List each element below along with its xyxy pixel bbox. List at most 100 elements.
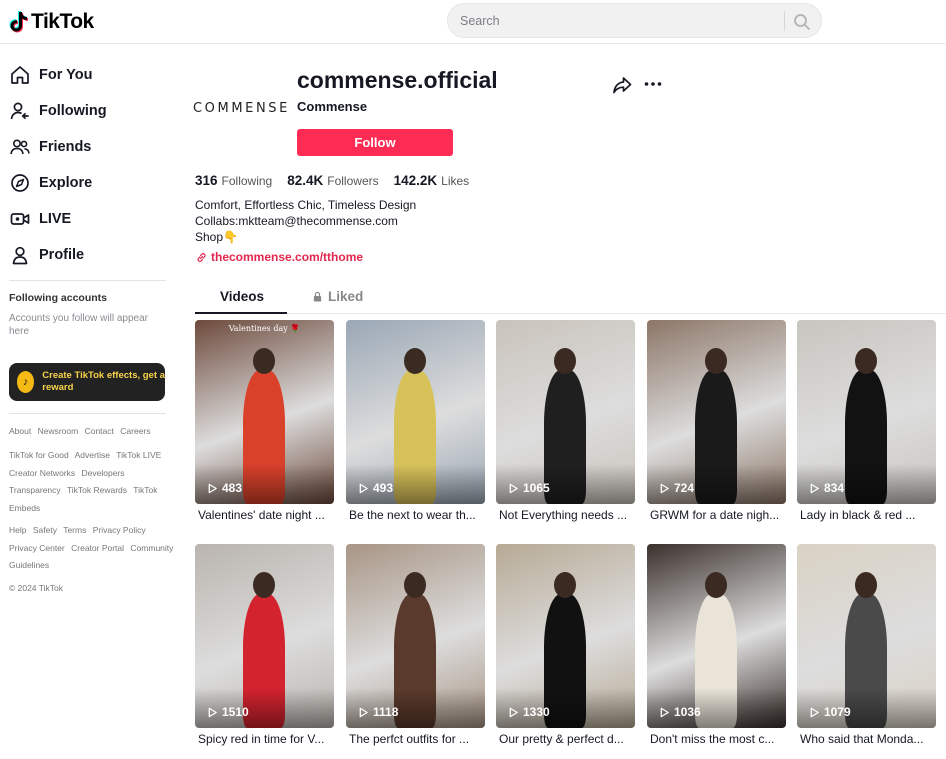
tiktok-logo-icon <box>9 11 28 33</box>
view-count-text: 724 <box>674 481 695 495</box>
view-count: 724 <box>659 481 694 495</box>
profile-username: commense.official <box>297 67 498 93</box>
video-thumbnail[interactable]: 724 <box>647 320 786 504</box>
profile-link[interactable]: thecommense.com/tthome <box>196 250 363 264</box>
video-thumbnail[interactable]: 493 <box>346 320 485 504</box>
play-icon <box>509 707 518 717</box>
more-options-icon[interactable] <box>642 73 664 95</box>
video-caption[interactable]: Spicy red in time for V... <box>198 732 332 746</box>
view-count-text: 1079 <box>824 705 851 719</box>
video-caption[interactable]: Our pretty & perfect d... <box>499 732 633 746</box>
video-thumbnail[interactable]: 1510 <box>195 544 334 728</box>
video-caption[interactable]: Don't miss the most c... <box>650 732 784 746</box>
footer-link[interactable]: Terms <box>63 525 86 535</box>
video-figure-head <box>855 572 877 598</box>
play-icon <box>810 707 819 717</box>
footer-link[interactable]: Transparency <box>9 485 61 495</box>
video-thumbnail[interactable]: Valentines day 🌹 483 <box>195 320 334 504</box>
view-count-text: 834 <box>824 481 845 495</box>
footer-link[interactable]: Developers <box>82 468 125 478</box>
home-icon <box>11 66 29 84</box>
view-count-text: 1065 <box>523 481 550 495</box>
follow-button[interactable]: Follow <box>297 129 453 156</box>
footer-link[interactable]: Help <box>9 525 26 535</box>
search-input[interactable] <box>460 11 780 31</box>
video-thumbnail[interactable]: 1079 <box>797 544 936 728</box>
video-caption[interactable]: Who said that Monda... <box>800 732 934 746</box>
footer-link[interactable]: Advertise <box>75 450 110 460</box>
footer-link[interactable]: Privacy Policy <box>93 525 146 535</box>
video-caption[interactable]: Not Everything needs ... <box>499 508 633 522</box>
nav-profile[interactable]: Profile <box>9 243 84 267</box>
video-caption[interactable]: Lady in black & red ... <box>800 508 934 522</box>
sidebar-divider <box>9 280 166 281</box>
footer-link[interactable]: TikTok Rewards <box>67 485 127 495</box>
tiktok-logo[interactable]: TikTok <box>9 9 94 35</box>
stat-followers[interactable]: 82.4K Followers <box>287 173 378 188</box>
avatar[interactable]: COMMENSE <box>193 101 287 117</box>
nav-following[interactable]: Following <box>9 99 107 123</box>
footer-link[interactable]: Contact <box>85 426 114 436</box>
footer-link[interactable]: Safety <box>33 525 57 535</box>
video-figure-head <box>554 572 576 598</box>
video-figure-head <box>404 348 426 374</box>
view-count: 1510 <box>207 705 249 719</box>
likes-label: Likes <box>441 174 470 188</box>
tab-liked[interactable]: Liked <box>312 289 363 304</box>
search-icon[interactable] <box>792 12 812 32</box>
footer-link[interactable]: Privacy Center <box>9 543 65 553</box>
nav-live[interactable]: LIVE <box>9 207 71 231</box>
footer-links-group: TikTok for Good Advertise TikTok LIVE Cr… <box>9 447 174 517</box>
video-figure-head <box>705 572 727 598</box>
video-thumbnail[interactable]: 834 <box>797 320 936 504</box>
play-icon <box>660 483 669 493</box>
play-icon <box>660 707 669 717</box>
video-caption[interactable]: Valentines' date night ... <box>198 508 332 522</box>
footer-link[interactable]: Careers <box>120 426 150 436</box>
footer-link[interactable]: Newsroom <box>38 426 79 436</box>
friends-icon <box>10 139 30 155</box>
tab-videos[interactable]: Videos <box>220 289 264 304</box>
view-count: 834 <box>809 481 844 495</box>
play-icon <box>509 483 518 493</box>
profile-icon <box>12 246 28 265</box>
view-count: 1036 <box>659 705 701 719</box>
create-effects-banner[interactable]: ♪ Create TikTok effects, get a reward <box>9 363 165 401</box>
video-thumbnail[interactable]: 1118 <box>346 544 485 728</box>
video-caption[interactable]: The perfct outfits for ... <box>349 732 483 746</box>
view-count: 1065 <box>508 481 550 495</box>
tab-active-underline <box>195 312 287 314</box>
search-bar[interactable] <box>447 3 822 38</box>
link-icon <box>197 252 206 262</box>
logo-text: TikTok <box>31 10 94 33</box>
nav-explore[interactable]: Explore <box>9 171 92 195</box>
footer-link[interactable]: TikTok for Good <box>9 450 69 460</box>
nav-for-you[interactable]: For You <box>9 63 92 87</box>
video-caption[interactable]: GRWM for a date nigh... <box>650 508 784 522</box>
video-figure-head <box>253 348 275 374</box>
view-count: 1330 <box>508 705 550 719</box>
play-icon <box>208 483 217 493</box>
stat-following[interactable]: 316 Following <box>195 173 272 188</box>
following-accounts-title: Following accounts <box>9 292 108 304</box>
bio-line: Collabs:mktteam@thecommense.com <box>195 214 398 228</box>
share-icon[interactable] <box>611 74 633 96</box>
following-count: 316 <box>195 173 218 188</box>
footer-links-group: About Newsroom Contact Careers <box>9 423 174 441</box>
play-icon <box>208 707 217 717</box>
video-caption[interactable]: Be the next to wear th... <box>349 508 483 522</box>
view-count: 493 <box>358 481 393 495</box>
footer-links-group: Help Safety Terms Privacy Policy Privacy… <box>9 522 174 575</box>
video-thumbnail[interactable]: 1330 <box>496 544 635 728</box>
play-icon <box>359 707 368 717</box>
bio-line: Comfort, Effortless Chic, Timeless Desig… <box>195 198 417 212</box>
followers-count: 82.4K <box>287 173 324 188</box>
footer-link[interactable]: About <box>9 426 31 436</box>
play-icon <box>359 483 368 493</box>
video-thumbnail[interactable]: 1065 <box>496 320 635 504</box>
video-thumbnail[interactable]: 1036 <box>647 544 786 728</box>
tab-liked-label: Liked <box>328 289 364 304</box>
view-count: 1118 <box>358 705 398 719</box>
nav-friends[interactable]: Friends <box>9 135 91 159</box>
footer-link[interactable]: Creator Portal <box>71 543 124 553</box>
